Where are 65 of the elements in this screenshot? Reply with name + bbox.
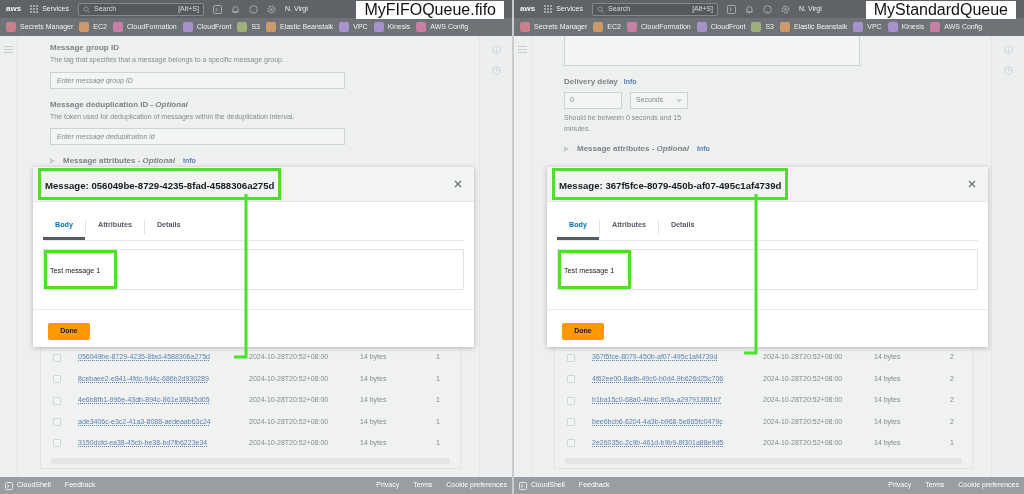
terminal-icon[interactable] (726, 4, 736, 14)
service-icon[interactable] (265, 22, 276, 32)
info-icon[interactable] (1003, 45, 1013, 54)
row-checkbox[interactable] (567, 439, 575, 448)
menu-icon[interactable] (4, 46, 13, 53)
clock-icon[interactable] (1003, 66, 1013, 75)
caret-icon[interactable] (50, 158, 55, 164)
service-icon[interactable] (182, 22, 193, 32)
help-icon[interactable] (248, 4, 258, 14)
service-icon[interactable] (626, 22, 637, 32)
row-checkbox[interactable] (567, 396, 575, 405)
service-icon[interactable] (779, 22, 790, 32)
modal-title: Message: 056049be-8729-4235-8fad-4588306a275d (45, 180, 275, 191)
bell-icon[interactable] (744, 4, 754, 14)
service-icon[interactable] (930, 22, 941, 32)
expander-label[interactable]: Message attributes - Optional (577, 143, 690, 155)
grid-icon[interactable] (544, 5, 553, 13)
info-icon[interactable] (491, 45, 501, 54)
settings-icon[interactable] (266, 4, 276, 14)
row-checkbox[interactable] (53, 375, 61, 384)
row-checkbox[interactable] (53, 417, 61, 426)
queue-caption: MyFIFOQueue.fifo (356, 1, 504, 19)
row-checkbox[interactable] (567, 353, 575, 362)
help-icon[interactable] (762, 4, 772, 14)
queue-caption: MyStandardQueue (865, 1, 1016, 19)
menu-icon[interactable] (518, 46, 527, 53)
row-checkbox[interactable] (567, 375, 575, 384)
field-label: Message deduplication ID - Optional (50, 98, 189, 111)
row-checkbox[interactable] (53, 353, 61, 362)
service-icon[interactable] (373, 22, 384, 32)
expander-label[interactable]: Message attributes - Optional (63, 155, 176, 167)
field-label: Delivery delay (564, 76, 618, 88)
service-icon[interactable] (751, 22, 762, 32)
clock-icon[interactable] (491, 66, 501, 75)
service-icon[interactable] (696, 22, 707, 32)
service-icon[interactable] (520, 22, 530, 32)
row-checkbox[interactable] (53, 439, 61, 448)
logo[interactable]: aws (6, 5, 22, 13)
terminal-icon[interactable] (212, 4, 222, 14)
close-icon (454, 180, 462, 188)
service-icon[interactable] (887, 22, 898, 32)
field-label: Message group ID (50, 42, 120, 54)
settings-icon[interactable] (780, 4, 790, 14)
close-button[interactable] (454, 180, 462, 188)
service-icon[interactable] (416, 22, 427, 32)
service-icon[interactable] (6, 22, 16, 32)
service-icon[interactable] (339, 22, 350, 32)
close-icon (968, 180, 976, 188)
modal-title: Message: 367f5fce-8079-450b-af07-495c1af4739d (559, 180, 782, 191)
caret-icon[interactable] (564, 146, 569, 152)
message-body-field[interactable] (564, 36, 860, 66)
row-checkbox[interactable] (53, 396, 61, 405)
grid-icon[interactable] (30, 5, 39, 13)
bell-icon[interactable] (230, 4, 240, 14)
search-icon (596, 5, 604, 13)
service-icon[interactable] (853, 22, 864, 32)
service-icon[interactable] (237, 22, 248, 32)
service-icon[interactable] (79, 22, 90, 32)
service-icon[interactable] (112, 22, 123, 32)
service-icon[interactable] (593, 22, 604, 32)
row-checkbox[interactable] (567, 417, 575, 426)
search-icon (82, 5, 90, 13)
close-button[interactable] (968, 180, 976, 188)
logo[interactable]: aws (520, 5, 536, 13)
caret-icon (676, 98, 682, 103)
